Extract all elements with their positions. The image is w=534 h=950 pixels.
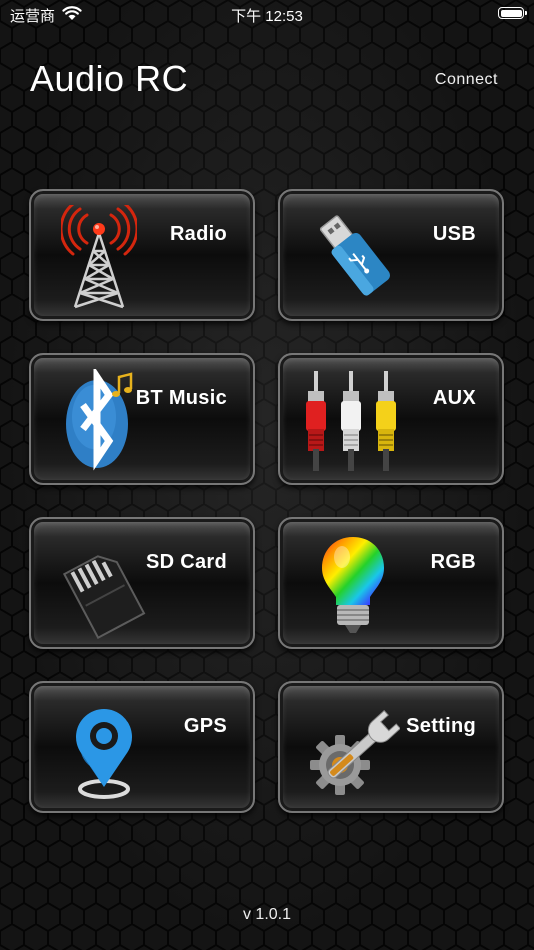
rca-cables-icon [306,371,396,471]
battery-icon [498,7,527,19]
rgb-bulb-icon [322,537,384,633]
radio-button[interactable]: Radio [29,189,255,321]
gps-pin-icon [76,709,132,799]
aux-button[interactable]: AUX [278,353,504,485]
usb-button[interactable]: USB [278,189,504,321]
bluetooth-music-icon [66,369,133,471]
app-title: Audio RC [30,58,189,99]
radio-label: Radio [169,223,227,245]
battery-level [500,9,522,17]
sd-card-label: SD Card [145,551,227,573]
status-bar: 运营商 下午 12:53 [0,0,534,28]
bt-music-button[interactable]: BT Music [29,353,255,485]
usb-label: USB [432,223,476,245]
radio-tower-icon [61,205,137,309]
gps-label: GPS [183,715,227,737]
rgb-button[interactable]: RGB [278,517,504,649]
sd-card-button[interactable]: SD Card [29,517,255,649]
connect-button[interactable]: Connect [435,71,498,89]
version-label: v 1.0.1 [242,906,292,923]
status-time: 下午 12:53 [231,8,303,25]
sd-card-icon [62,555,146,639]
bt-music-label: BT Music [135,387,227,409]
rgb-label: RGB [430,551,476,573]
setting-label: Setting [406,715,476,737]
aux-label: AUX [432,387,476,409]
setting-button[interactable]: Setting [278,681,504,813]
gear-wrench-icon [310,709,400,795]
usb-drive-icon [319,215,390,296]
gps-button[interactable]: GPS [29,681,255,813]
